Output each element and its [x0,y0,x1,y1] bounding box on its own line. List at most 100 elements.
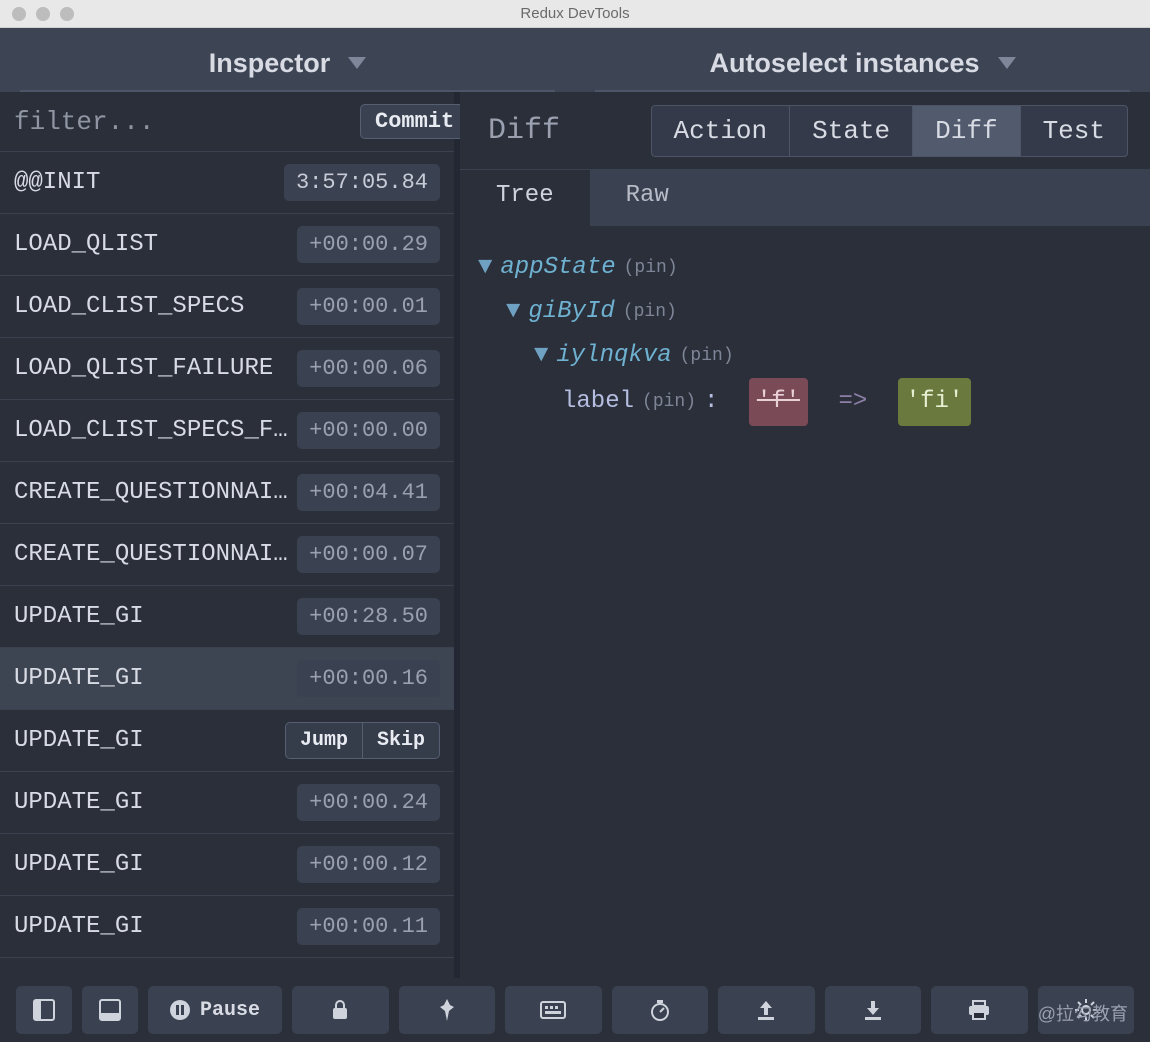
action-name: LOAD_CLIST_SPECS_FA… [14,417,289,444]
skip-button[interactable]: Skip [363,722,440,759]
tab-state[interactable]: State [790,106,913,156]
slider-button[interactable] [612,986,709,1034]
pin-icon [438,999,456,1021]
action-row[interactable]: LOAD_CLIST_SPECS_FA…+00:00.00 [0,400,454,462]
action-time: 3:57:05.84 [284,164,440,201]
window-title: Redux DevTools [0,5,1150,22]
tree-leaf[interactable]: label (pin): 'f' => 'fi' [478,378,1132,426]
action-time: +00:04.41 [297,474,440,511]
pause-icon [170,1000,190,1020]
tab-diff[interactable]: Diff [913,106,1020,156]
inspector-label: Inspector [209,48,331,79]
action-row[interactable]: UPDATE_GI +00:00.11 [0,896,454,958]
tree-leaf-key: label [562,380,634,424]
chevron-down-icon [998,57,1016,69]
action-row[interactable]: LOAD_CLIST_SPECS +00:00.01 [0,276,454,338]
layout-bottom-icon [99,999,121,1021]
tree-key: giById [528,290,614,334]
action-row-buttons: JumpSkip [285,722,440,759]
action-time: +00:00.16 [297,660,440,697]
action-name: UPDATE_GI [14,913,289,940]
diff-old-value: 'f' [749,378,808,426]
jump-button[interactable]: Jump [285,722,363,759]
filter-input[interactable] [14,107,350,137]
tree-key: appState [500,246,615,290]
subtab-raw[interactable]: Raw [590,170,705,226]
layout-left-button[interactable] [16,986,72,1034]
action-name: CREATE_QUESTIONNAIRE [14,479,289,506]
import-button[interactable] [718,986,815,1034]
action-name: UPDATE_GI [14,665,289,692]
inspector-dropdown[interactable]: Inspector [20,36,555,92]
upload-icon [756,999,776,1021]
pin-hint: (pin) [680,334,734,378]
download-icon [863,999,883,1021]
pin-hint: (pin) [642,380,696,424]
bottom-toolbar: Pause [0,978,1150,1042]
tree-node[interactable]: ▼ iylnqkva (pin) [478,334,1132,378]
instances-label: Autoselect instances [709,48,979,79]
action-row[interactable]: UPDATE_GI+00:00.24 [0,772,454,834]
titlebar: Redux DevTools [0,0,1150,28]
print-button[interactable] [931,986,1028,1034]
action-time: +00:00.07 [297,536,440,573]
lock-button[interactable] [292,986,389,1034]
action-time: +00:00.01 [297,288,440,325]
pause-button[interactable]: Pause [148,986,282,1034]
pin-hint: (pin) [624,246,678,290]
action-name: UPDATE_GI [14,603,289,630]
action-name: LOAD_QLIST_FAILURE [14,355,289,382]
action-row[interactable]: LOAD_QLIST+00:00.29 [0,214,454,276]
action-time: +00:28.50 [297,598,440,635]
action-time: +00:00.24 [297,784,440,821]
commit-button[interactable]: Commit [360,104,469,139]
diff-new-value: 'fi' [898,378,972,426]
watermark: @拉勾教育 [1038,1000,1128,1026]
action-time: +00:00.29 [297,226,440,263]
stopwatch-icon [649,999,671,1021]
pin-hint: (pin) [623,290,677,334]
caret-down-icon: ▼ [478,246,492,290]
printer-icon [967,999,991,1021]
layout-bottom-button[interactable] [82,986,138,1034]
pin-button[interactable] [399,986,496,1034]
caret-down-icon: ▼ [534,334,548,378]
chevron-down-icon [348,57,366,69]
layout-left-icon [33,999,55,1021]
action-list[interactable]: @@INIT3:57:05.84LOAD_QLIST+00:00.29LOAD_… [0,152,454,978]
action-row[interactable]: UPDATE_GI +00:28.50 [0,586,454,648]
subtab-tree[interactable]: Tree [460,170,590,226]
tree-node[interactable]: ▼ giById (pin) [478,290,1132,334]
action-panel: Commit @@INIT3:57:05.84LOAD_QLIST+00:00.… [0,92,460,978]
action-row[interactable]: UPDATE_GI JumpSkip [0,710,454,772]
tree-node[interactable]: ▼ appState (pin) [478,246,1132,290]
action-name: CREATE_QUESTIONNAIR… [14,541,289,568]
format-tabs: Tree Raw [460,170,1150,226]
action-row[interactable]: CREATE_QUESTIONNAIRE +00:04.41 [0,462,454,524]
action-time: +00:00.11 [297,908,440,945]
action-time: +00:00.06 [297,350,440,387]
dispatch-button[interactable] [505,986,602,1034]
action-row[interactable]: CREATE_QUESTIONNAIR… +00:00.07 [0,524,454,586]
action-row[interactable]: @@INIT3:57:05.84 [0,152,454,214]
filter-row: Commit [0,92,454,152]
action-name: UPDATE_GI [14,727,277,754]
lock-icon [330,999,350,1021]
action-row[interactable]: UPDATE_GI +00:00.16 [0,648,454,710]
diff-arrow: => [838,380,867,424]
export-button[interactable] [825,986,922,1034]
action-time: +00:00.12 [297,846,440,883]
detail-panel: Diff Action State Diff Test Tree Raw ▼ a… [460,92,1150,978]
subtab-fill [705,170,1150,226]
action-name: LOAD_CLIST_SPECS [14,293,289,320]
action-name: UPDATE_GI [14,851,289,878]
tab-action[interactable]: Action [652,106,791,156]
action-row[interactable]: LOAD_QLIST_FAILURE +00:00.06 [0,338,454,400]
detail-heading: Diff [488,114,641,148]
instances-dropdown[interactable]: Autoselect instances [595,36,1130,92]
pause-label: Pause [200,999,260,1022]
tree-key: iylnqkva [556,334,671,378]
tab-test[interactable]: Test [1021,106,1127,156]
action-row[interactable]: UPDATE_GI +00:00.12 [0,834,454,896]
view-tabs: Action State Diff Test [651,105,1128,157]
